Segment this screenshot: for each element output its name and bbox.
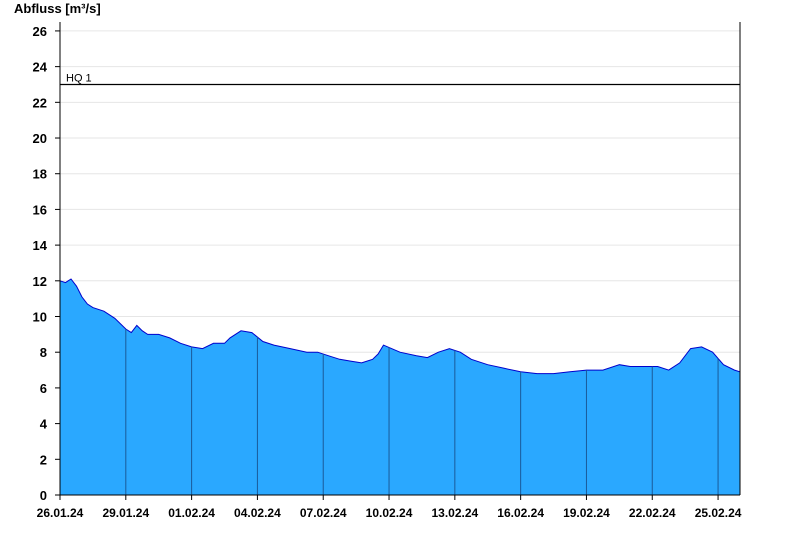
x-tick-label: 10.02.24 [366, 506, 413, 520]
hq1-label: HQ 1 [66, 72, 92, 84]
y-tick-label: 4 [40, 417, 48, 432]
y-tick-label: 18 [33, 167, 47, 182]
x-tick-label: 26.01.24 [37, 506, 84, 520]
x-tick-label: 29.01.24 [102, 506, 149, 520]
y-tick-label: 2 [40, 452, 47, 467]
x-tick-label: 22.02.24 [629, 506, 676, 520]
x-tick-label: 07.02.24 [300, 506, 347, 520]
y-tick-label: 10 [33, 310, 47, 325]
y-tick-label: 8 [40, 345, 47, 360]
discharge-chart: Abfluss [m³/s] HQ 1 02468101214161820222… [14, 1, 742, 520]
y-tick-label: 24 [33, 60, 48, 75]
discharge-area [60, 279, 740, 495]
x-tick-label: 13.02.24 [431, 506, 478, 520]
y-tick-label: 6 [40, 381, 47, 396]
y-tick-label: 16 [33, 202, 47, 217]
x-tick-label: 01.02.24 [168, 506, 215, 520]
y-tick-label: 0 [40, 488, 47, 503]
x-tick-label: 19.02.24 [563, 506, 610, 520]
plot-area [59, 278, 741, 495]
y-axis-label: Abfluss [m³/s] [14, 1, 101, 16]
y-tick-label: 26 [33, 24, 47, 39]
x-tick-label: 25.02.24 [695, 506, 742, 520]
y-tick-label: 14 [33, 238, 48, 253]
x-tick-label: 04.02.24 [234, 506, 281, 520]
x-tick-label: 16.02.24 [497, 506, 544, 520]
y-tick-label: 12 [33, 274, 47, 289]
x-tick-labels: 26.01.24 29.01.24 01.02.24 04.02.24 07.02.24… [37, 495, 742, 520]
y-tick-labels: 02468101214161820222426 [33, 24, 60, 503]
y-tick-label: 22 [33, 95, 47, 110]
reference-lines: HQ 1 [60, 72, 740, 86]
y-tick-label: 20 [33, 131, 47, 146]
